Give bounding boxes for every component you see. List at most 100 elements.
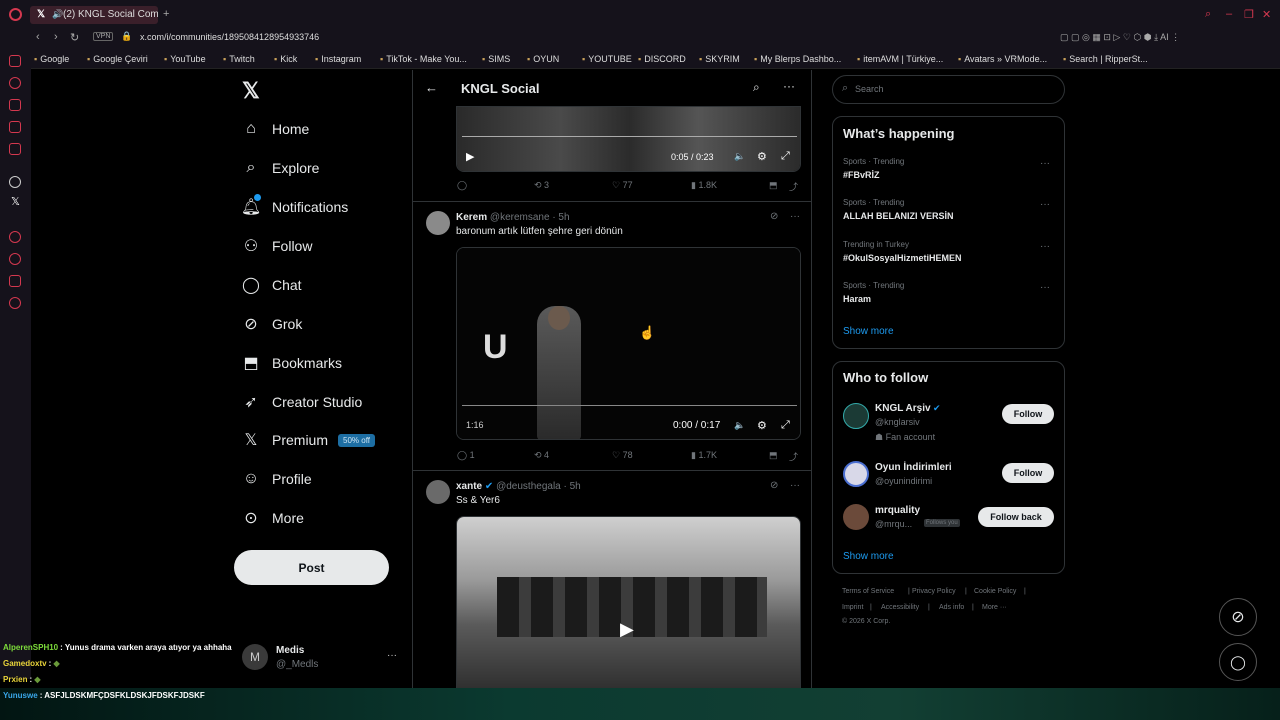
avatar[interactable] (426, 480, 450, 504)
avatar[interactable] (426, 211, 450, 235)
active-tab[interactable]: (2) KNGL Social Comm (30, 6, 158, 24)
bookmark-icon[interactable]: ⬒ (769, 450, 778, 461)
like-icon[interactable]: ♡ 77 (612, 180, 633, 191)
sidebar-chatgpt-icon[interactable] (9, 176, 21, 188)
nav-item-notifications[interactable]: 🔔︎ Notifications (241, 192, 348, 222)
toolbar-icons[interactable]: ▢ ▢ ◎ ▦ ⊡ ▷ ♡ ⬡ ⬢ ⤓ AI ⋮ (1060, 32, 1180, 43)
trend-name[interactable]: #OkulSosyalHizmetiHEMEN (843, 253, 962, 263)
nav-item-profile[interactable]: ☺ Profile (242, 464, 312, 494)
nav-item-creator-studio[interactable]: ➶ Creator Studio (242, 387, 362, 417)
more-icon[interactable]: ··· (783, 79, 795, 93)
grok-icon[interactable]: ⊘ (770, 211, 778, 222)
follow-button[interactable]: Follow (1002, 404, 1054, 424)
bookmark-item[interactable]: ▪ YOUTUBE (582, 54, 632, 64)
video-player[interactable]: U ☝ 1:16 0:00 / 0:17 🔈 ⚙ ⤢ (456, 247, 801, 440)
settings-icon[interactable]: ⚙ (757, 419, 767, 432)
nav-item-explore[interactable]: ⌕ Explore (242, 153, 320, 183)
reply-icon[interactable]: ◯ (457, 180, 467, 191)
bookmark-item[interactable]: ▪ SKYRIM (699, 54, 740, 64)
footer-link[interactable]: Accessibility (881, 604, 919, 611)
new-tab-icon[interactable]: + (163, 8, 169, 20)
follow-back-button[interactable]: Follow back (978, 507, 1054, 527)
search-icon[interactable]: ⌕ (753, 80, 760, 95)
video-progress[interactable] (462, 136, 797, 137)
reload-icon[interactable]: ↻ (70, 31, 79, 44)
minimize-icon[interactable]: – (1226, 8, 1232, 20)
mute-icon[interactable]: 🔈 (734, 151, 745, 162)
bookmark-item[interactable]: ▪ DISCORD (638, 54, 686, 64)
author-name[interactable]: xante (456, 481, 482, 492)
grok-icon[interactable]: ⊘ (770, 480, 778, 491)
mute-icon[interactable]: 🔈 (734, 420, 745, 431)
tweet-more-icon[interactable]: ··· (790, 480, 800, 491)
bookmark-item[interactable]: ▪ Google (34, 54, 69, 64)
sidebar-messenger-icon[interactable] (9, 55, 21, 67)
nav-item-follow[interactable]: ⚇ Follow (242, 231, 313, 261)
footer-link[interactable]: Cookie Policy (974, 588, 1016, 595)
trend-more-icon[interactable]: ··· (1040, 282, 1050, 293)
bookmark-item[interactable]: ▪ Google Çeviri (87, 54, 148, 64)
footer-link[interactable]: More ··· (982, 604, 1007, 611)
bookmark-item[interactable]: ▪ TikTok - Make You... (380, 54, 467, 64)
search-box[interactable]: ⌕ Search (832, 75, 1065, 104)
retweet-icon[interactable]: ⟲ 4 (534, 450, 549, 461)
follow-name[interactable]: mrquality (875, 505, 920, 516)
bookmark-item[interactable]: ▪ Search | RipperSt... (1063, 54, 1148, 64)
sidebar-player-icon[interactable] (9, 231, 21, 243)
author-handle[interactable]: @deusthegala (496, 481, 561, 492)
bookmark-item[interactable]: ▪ YouTube (164, 54, 206, 64)
sidebar-m-icon[interactable] (9, 143, 21, 155)
share-icon[interactable]: ⤴ (789, 450, 798, 463)
play-icon[interactable]: ▶ (620, 619, 634, 640)
author-handle[interactable]: @keremsane (490, 212, 550, 223)
forward-icon[interactable]: › (54, 31, 58, 43)
share-icon[interactable]: ⤴ (789, 180, 798, 193)
sidebar-history-icon[interactable] (9, 77, 21, 89)
bookmark-item[interactable]: ▪ Kick (274, 54, 297, 64)
settings-icon[interactable]: ⚙ (757, 150, 767, 163)
fullscreen-icon[interactable]: ⤢ (781, 419, 790, 432)
sidebar-x-icon[interactable]: 𝕏 (11, 195, 20, 208)
back-icon[interactable]: ‹ (36, 31, 40, 43)
bookmark-item[interactable]: ▪ Instagram (315, 54, 361, 64)
trend-name[interactable]: Haram (843, 294, 871, 304)
post-button[interactable]: Post (234, 550, 389, 585)
footer-link[interactable]: Terms of Service (842, 588, 894, 595)
vpn-badge[interactable]: VPN (93, 32, 114, 41)
close-window-icon[interactable]: ✕ (1262, 8, 1271, 21)
grok-floating-icon[interactable]: ⊘ (1219, 598, 1257, 636)
sidebar-cube-icon[interactable] (9, 275, 21, 287)
views-icon[interactable]: ▮ 1.8K (691, 180, 717, 191)
retweet-icon[interactable]: ⟲ 3 (534, 180, 549, 191)
bookmark-item[interactable]: ▪ My Blerps Dashbo... (754, 54, 841, 64)
footer-link[interactable]: Ads info (939, 604, 964, 611)
image-media[interactable]: ▶ (456, 516, 801, 690)
tweet-more-icon[interactable]: ··· (790, 211, 800, 222)
search-input[interactable]: Search (855, 84, 884, 94)
x-logo-icon[interactable]: 𝕏 (242, 78, 260, 104)
bookmark-icon[interactable]: ⬒ (769, 180, 778, 191)
trend-name[interactable]: #FBvRİZ (843, 170, 880, 180)
bookmark-item[interactable]: ▪ itemAVM | Türkiye... (857, 54, 943, 64)
bookmark-item[interactable]: ▪ SIMS (482, 54, 510, 64)
nav-item-more[interactable]: ⊙ More (242, 503, 304, 533)
follow-name[interactable]: KNGL Arşiv (875, 403, 931, 414)
footer-link[interactable]: Privacy Policy (912, 588, 956, 595)
opera-logo-icon[interactable] (9, 8, 22, 21)
show-more-trends[interactable]: Show more (843, 326, 894, 337)
trend-name[interactable]: ALLAH BELANIZI VERSİN (843, 211, 954, 221)
trend-more-icon[interactable]: ··· (1040, 241, 1050, 252)
sidebar-settings-icon[interactable] (9, 297, 21, 309)
video-player[interactable]: ▶ 0:05 / 0:23 🔈 ⚙ ⤢ (456, 106, 801, 172)
like-icon[interactable]: ♡ 78 (612, 450, 633, 461)
nav-item-grok[interactable]: ⊘ Grok (242, 309, 302, 339)
trend-more-icon[interactable]: ··· (1040, 199, 1050, 210)
views-icon[interactable]: ▮ 1.7K (691, 450, 717, 461)
avatar[interactable] (843, 504, 869, 530)
reply-icon[interactable]: ◯ 1 (457, 450, 475, 461)
bookmark-item[interactable]: ▪ Twitch (223, 54, 255, 64)
url-field[interactable]: x.com/i/communities/1895084128954933746 (140, 32, 319, 42)
follow-button[interactable]: Follow (1002, 463, 1054, 483)
trend-more-icon[interactable]: ··· (1040, 158, 1050, 169)
search-tabs-icon[interactable]: ⌕ (1205, 8, 1211, 21)
